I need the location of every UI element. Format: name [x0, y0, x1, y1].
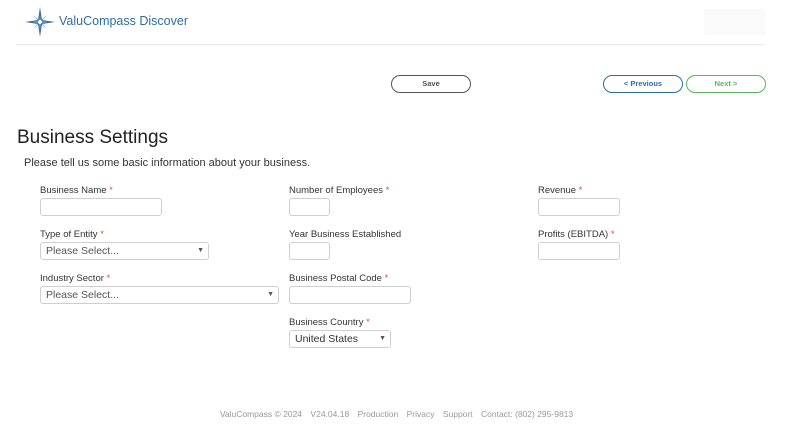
- industry-sector-value: Please Select...: [46, 289, 119, 301]
- num-employees-label: Number of Employees *: [289, 185, 390, 196]
- footer-copyright: ValuCompass © 2024: [219, 409, 303, 419]
- footer-support-link[interactable]: Support: [443, 409, 473, 419]
- footer: ValuCompass © 2024 V24.04.18 Production …: [0, 409, 793, 419]
- revenue-input[interactable]: [538, 198, 620, 216]
- business-name-input[interactable]: [40, 198, 162, 216]
- profits-input[interactable]: [538, 242, 620, 260]
- entity-type-select[interactable]: Please Select... ▼: [40, 242, 209, 260]
- profits-label: Profits (EBITDA) *: [538, 229, 615, 240]
- required-marker: *: [109, 185, 113, 196]
- page-title: Business Settings: [17, 127, 169, 148]
- required-marker: *: [578, 185, 583, 196]
- caret-down-icon: ▼: [197, 247, 204, 254]
- year-established-label: Year Business Established: [289, 229, 402, 240]
- entity-type-label: Type of Entity *: [40, 229, 104, 240]
- footer-environment: Production: [357, 409, 399, 419]
- postal-code-input[interactable]: [289, 286, 411, 304]
- footer-contact: Contact: (802) 295-9813: [480, 409, 574, 419]
- footer-privacy-link[interactable]: Privacy: [407, 409, 435, 419]
- caret-down-icon: ▼: [379, 335, 386, 342]
- page-intro: Please tell us some basic information ab…: [24, 157, 311, 169]
- country-select[interactable]: United States ▼: [289, 330, 391, 348]
- revenue-label: Revenue *: [538, 185, 583, 196]
- header-divider: [16, 44, 765, 45]
- num-employees-input[interactable]: [289, 198, 330, 216]
- footer-version: V24.04.18: [310, 409, 350, 419]
- year-established-input[interactable]: [289, 242, 330, 260]
- postal-code-label: Business Postal Code *: [289, 273, 389, 284]
- previous-button[interactable]: < Previous: [603, 75, 683, 93]
- caret-down-icon: ▼: [267, 291, 274, 298]
- business-name-label: Business Name *: [40, 185, 113, 196]
- required-marker: *: [366, 317, 370, 328]
- country-value: United States: [295, 333, 359, 345]
- header-user-area: [704, 9, 766, 35]
- app-name[interactable]: ValuCompass Discover: [59, 14, 188, 28]
- next-button[interactable]: Next >: [686, 75, 766, 93]
- industry-sector-label: Industry Sector *: [40, 273, 111, 284]
- save-button[interactable]: Save: [391, 75, 471, 93]
- required-marker: *: [384, 273, 389, 284]
- compass-star-icon[interactable]: [24, 6, 56, 38]
- country-label: Business Country *: [289, 317, 370, 328]
- required-marker: *: [100, 229, 104, 240]
- industry-sector-select[interactable]: Please Select... ▼: [40, 286, 279, 304]
- entity-type-value: Please Select...: [46, 245, 119, 257]
- required-marker: *: [610, 229, 615, 240]
- required-marker: *: [385, 185, 390, 196]
- required-marker: *: [106, 273, 111, 284]
